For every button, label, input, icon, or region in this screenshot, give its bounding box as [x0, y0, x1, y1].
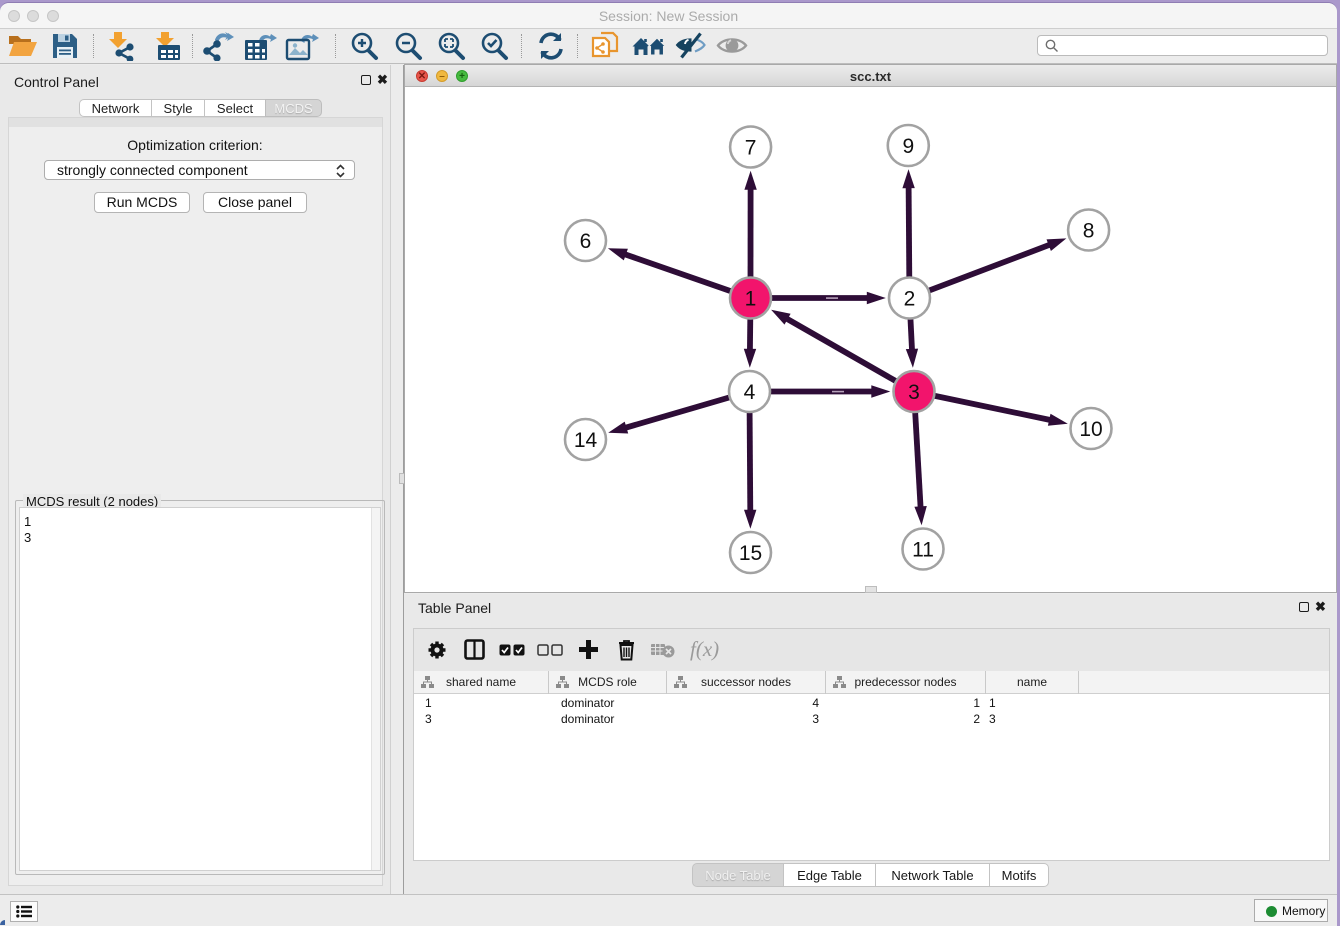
svg-text:2: 2	[904, 288, 916, 311]
svg-text:11: 11	[912, 539, 934, 562]
svg-text:7: 7	[745, 137, 757, 160]
svg-text:6: 6	[580, 230, 592, 253]
svg-text:15: 15	[739, 542, 762, 565]
svg-text:3: 3	[908, 381, 920, 404]
svg-text:4: 4	[744, 381, 756, 404]
svg-text:9: 9	[902, 135, 914, 158]
svg-text:8: 8	[1083, 220, 1095, 243]
svg-text:14: 14	[574, 429, 598, 452]
svg-text:10: 10	[1079, 418, 1102, 441]
svg-text:1: 1	[745, 288, 757, 311]
